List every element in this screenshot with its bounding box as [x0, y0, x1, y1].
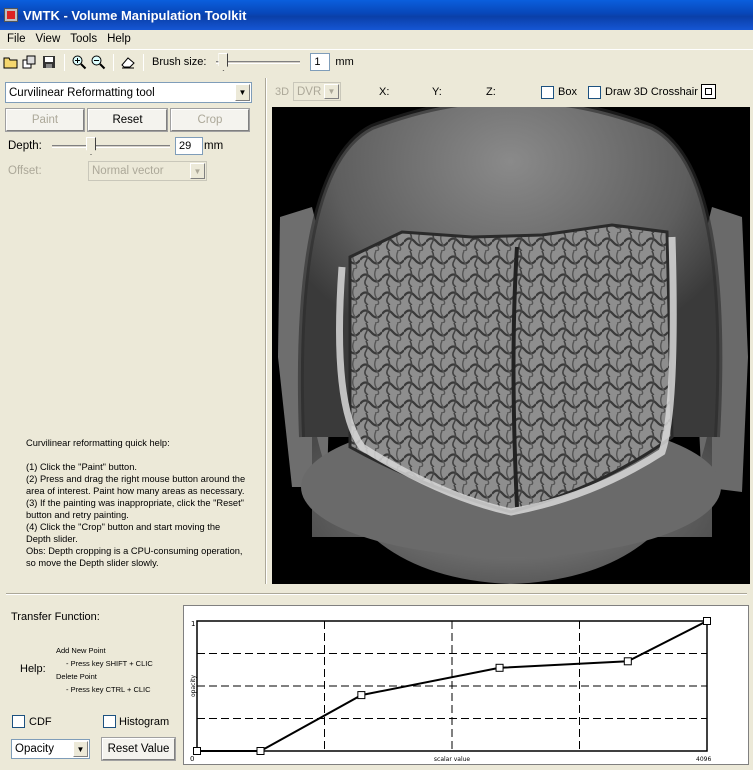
tool-select[interactable]: Curvilinear Reformatting tool ▼	[5, 82, 252, 103]
toolbar: Brush size: 1 mm	[0, 49, 753, 74]
quick-help-step: (1) Click the "Paint" button.	[26, 462, 137, 472]
quick-help-step: (4) Click the "Crop" button and start mo…	[26, 522, 221, 544]
crosshair-checkbox[interactable]	[588, 86, 601, 99]
brush-size-unit: mm	[335, 56, 354, 68]
menu-file[interactable]: File	[2, 33, 31, 45]
reset-value-button[interactable]: Reset Value	[101, 737, 176, 761]
histogram-label: Histogram	[119, 716, 170, 728]
tf-help-line: - Press key SHIFT + CLIC	[66, 659, 153, 668]
render-mode-select[interactable]: DVR ▼	[293, 82, 341, 101]
crosshair-label: Draw 3D Crosshair	[605, 86, 698, 98]
tf-help-line: Add New Point	[56, 646, 106, 655]
open-series-icon[interactable]	[21, 53, 39, 71]
tf-help-text: Add New Point - Press key SHIFT + CLIC D…	[56, 644, 153, 696]
save-icon[interactable]	[40, 53, 58, 71]
y-coord-label: Y:	[432, 86, 442, 98]
reset-button[interactable]: Reset	[87, 108, 168, 132]
transfer-function-chart[interactable]: 1 0 4096 scalar value opacity	[183, 605, 749, 765]
x-tick-label-start: 0	[190, 755, 194, 763]
open-folder-icon[interactable]	[2, 53, 20, 71]
control-point[interactable]	[256, 747, 265, 755]
quick-help-step: Obs: Depth cropping is a CPU-consuming o…	[26, 546, 243, 568]
tf-help-label: Help:	[20, 663, 46, 675]
tf-help-line: Delete Point	[56, 672, 97, 681]
transfer-function-label: Transfer Function:	[11, 611, 100, 623]
chevron-down-icon[interactable]: ▼	[190, 163, 205, 179]
panel-divider	[265, 78, 267, 584]
quick-help-title: Curvilinear reformatting quick help:	[26, 438, 170, 448]
chevron-down-icon[interactable]: ▼	[324, 84, 339, 99]
histogram-checkbox[interactable]	[103, 715, 116, 728]
window-title: VMTK - Volume Manipulation Toolkit	[23, 7, 247, 23]
paint-button[interactable]: Paint	[5, 108, 85, 132]
section-divider	[6, 593, 747, 595]
depth-slider[interactable]	[52, 136, 170, 156]
menu-tools[interactable]: Tools	[65, 33, 102, 45]
plot-grid	[197, 621, 707, 751]
brush-size-slider[interactable]	[216, 52, 301, 72]
maximize-view-icon[interactable]	[701, 84, 716, 99]
menu-bar: File View Tools Help	[0, 30, 753, 48]
zoom-out-icon[interactable]	[89, 53, 107, 71]
tool-select-value: Curvilinear Reformatting tool	[9, 86, 155, 99]
offset-select[interactable]: Normal vector ▼	[88, 161, 207, 181]
eraser-icon[interactable]	[119, 53, 137, 71]
x-axis-label: scalar value	[434, 756, 471, 763]
y-axis-label: opacity	[190, 675, 197, 697]
box-checkbox[interactable]	[541, 86, 554, 99]
brush-size-label: Brush size:	[152, 56, 207, 68]
control-point[interactable]	[357, 691, 366, 700]
brush-size-slider-thumb[interactable]	[218, 53, 229, 71]
depth-input[interactable]: 29	[175, 137, 203, 155]
toolbar-separator	[64, 53, 65, 71]
control-point[interactable]	[623, 657, 632, 666]
control-point[interactable]	[495, 663, 504, 672]
app-icon	[4, 8, 18, 22]
volume-render-viewport[interactable]	[272, 107, 750, 584]
chevron-down-icon[interactable]: ▼	[73, 741, 88, 757]
chevron-down-icon[interactable]: ▼	[235, 84, 250, 101]
title-bar: VMTK - Volume Manipulation Toolkit	[0, 0, 753, 30]
quick-help-step: (2) Press and drag the right mouse butto…	[26, 474, 246, 496]
crop-button[interactable]: Crop	[170, 108, 250, 132]
control-point[interactable]	[703, 617, 711, 625]
cdf-label: CDF	[29, 716, 52, 728]
tf-help-line: - Press key CTRL + CLIC	[66, 685, 151, 694]
viewer-bar: 3D DVR ▼ X: Y: Z: Box Draw 3D Crosshair	[272, 82, 752, 102]
depth-label: Depth:	[8, 140, 42, 152]
x-tick-label-end: 4096	[696, 756, 711, 763]
brush-size-input[interactable]: 1	[310, 53, 331, 71]
transfer-function-plot[interactable]: 1 0 4096 scalar value opacity	[184, 606, 748, 764]
y-tick-label: 1	[191, 620, 195, 628]
menu-help[interactable]: Help	[102, 33, 136, 45]
quick-help-step: (3) If the painting was inappropriate, c…	[26, 498, 244, 520]
control-point[interactable]	[193, 747, 201, 755]
offset-select-value: Normal vector	[92, 165, 164, 177]
head-render-image	[278, 107, 748, 584]
depth-unit: mm	[204, 140, 224, 152]
toolbar-separator	[113, 53, 114, 71]
mode-3d-label: 3D	[275, 86, 290, 98]
channel-select-value: Opacity	[15, 743, 54, 755]
z-coord-label: Z:	[486, 86, 496, 98]
depth-slider-thumb[interactable]	[86, 137, 96, 155]
zoom-in-icon[interactable]	[70, 53, 88, 71]
cdf-checkbox[interactable]	[12, 715, 25, 728]
channel-select[interactable]: Opacity ▼	[11, 739, 90, 759]
quick-help: Curvilinear reformatting quick help: (1)…	[26, 437, 246, 569]
offset-label: Offset:	[8, 165, 42, 177]
render-mode-value: DVR	[297, 85, 322, 98]
x-coord-label: X:	[379, 86, 390, 98]
menu-view[interactable]: View	[31, 33, 66, 45]
toolbar-separator	[143, 53, 144, 71]
box-label: Box	[558, 86, 577, 98]
